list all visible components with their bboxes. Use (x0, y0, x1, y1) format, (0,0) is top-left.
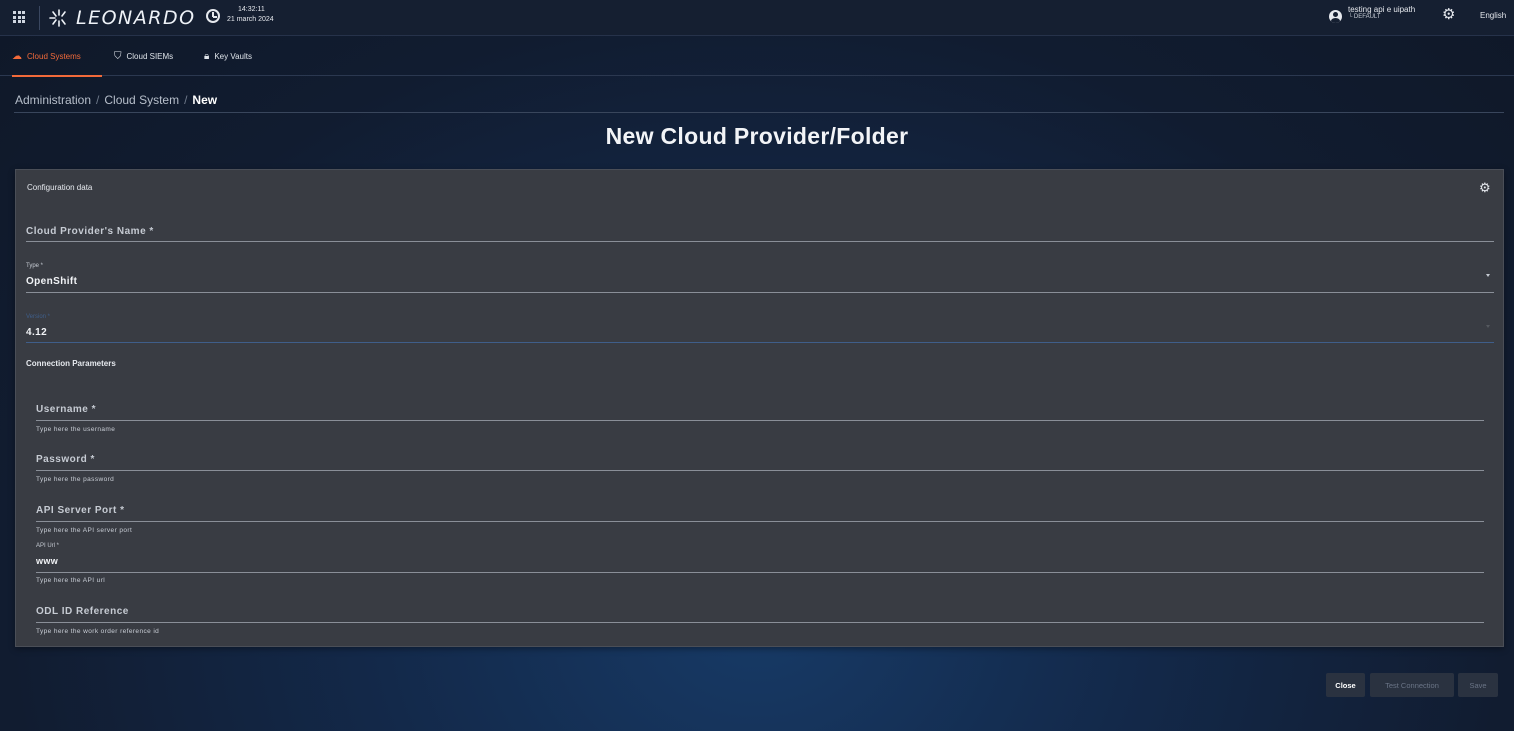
chevron-down-icon (1486, 325, 1490, 328)
field-label: Type * (26, 263, 44, 269)
tab-label: Cloud Systems (27, 52, 81, 61)
shield-icon: ⛉ (114, 50, 122, 62)
field-label: ODL ID Reference (36, 606, 129, 617)
field-label: Version * (26, 314, 51, 320)
version-value: 4.12 (26, 327, 48, 338)
breadcrumb-divider (14, 112, 1504, 113)
section-tabs: ☁ Cloud Systems ⛉ Cloud SIEMs 🔒︎ Key Vau… (0, 37, 1514, 77)
password-hint: Type here the password (36, 476, 115, 483)
user-name[interactable]: testing api e uipath (1348, 5, 1415, 14)
tab-label: Cloud SIEMs (126, 52, 174, 61)
api-url-field[interactable]: API Url * www (36, 540, 1484, 573)
divider (39, 6, 40, 30)
configuration-card: Configuration data ⚙ Cloud Provider's Na… (15, 169, 1504, 647)
breadcrumb: Administration / Cloud System / New (15, 93, 217, 107)
chevron-down-icon (1486, 274, 1490, 277)
field-label: API Server Port * (36, 505, 125, 516)
page-title: New Cloud Provider/Folder (605, 123, 909, 149)
test-connection-button[interactable]: Test Connection (1370, 673, 1454, 697)
save-button[interactable]: Save (1458, 673, 1498, 697)
api-server-port-hint: Type here the API server port (36, 527, 133, 534)
tab-cloud-siems[interactable]: ⛉ Cloud SIEMs (114, 37, 173, 76)
settings-gear-icon[interactable]: ⚙ (1442, 7, 1456, 22)
odl-id-reference-hint: Type here the work order reference id (36, 628, 160, 635)
username-hint: Type here the username (36, 426, 116, 433)
field-label: Cloud Provider's Name * (26, 226, 154, 237)
api-server-port-field[interactable]: API Server Port * (36, 491, 1484, 522)
api-url-value: www (36, 556, 59, 566)
tab-label: Key Vaults (214, 52, 252, 61)
lock-icon: 🔒︎ (204, 50, 210, 62)
api-url-hint: Type here the API url (36, 577, 106, 584)
clock-date: 21 march 2024 (227, 16, 274, 23)
cloud-icon: ☁ (12, 50, 22, 62)
odl-id-reference-field[interactable]: ODL ID Reference (36, 592, 1484, 623)
top-bar: LEONARDO 14:32:11 21 march 2024 testing … (0, 0, 1514, 36)
type-value: OpenShift (26, 276, 78, 287)
user-tenant: └ DEFAULT (1348, 14, 1381, 20)
version-select[interactable]: Version * 4.12 (26, 308, 1494, 343)
type-select[interactable]: Type * OpenShift (26, 256, 1494, 293)
logo[interactable]: LEONARDO (48, 4, 196, 32)
cloud-provider-name-field[interactable]: Cloud Provider's Name * (26, 206, 1494, 242)
language-selector[interactable]: English (1480, 11, 1506, 20)
tab-key-vaults[interactable]: 🔒︎ Key Vaults (204, 37, 252, 76)
breadcrumb-item-cloud-system[interactable]: Cloud System (104, 93, 179, 107)
breadcrumb-current: New (192, 93, 218, 107)
logo-text: LEONARDO (76, 7, 196, 29)
leonardo-logo-icon (49, 9, 66, 27)
close-button[interactable]: Close (1326, 673, 1365, 697)
field-label: API Url * (36, 543, 60, 549)
breadcrumb-item-administration[interactable]: Administration (15, 93, 91, 107)
password-field[interactable]: Password * (36, 440, 1484, 471)
clock-icon (206, 9, 220, 23)
card-title: Configuration data (27, 183, 93, 192)
breadcrumb-separator: / (96, 93, 100, 107)
tab-cloud-systems[interactable]: ☁ Cloud Systems (12, 37, 102, 77)
username-field[interactable]: Username * (36, 390, 1484, 421)
apps-grid-icon[interactable] (13, 11, 25, 23)
breadcrumb-separator: / (184, 93, 188, 107)
field-label: Password * (36, 454, 95, 465)
card-settings-gear-icon[interactable]: ⚙ (1479, 180, 1491, 196)
clock-time: 14:32:11 (238, 6, 265, 13)
section-title: Connection Parameters (26, 359, 116, 368)
user-account-icon[interactable] (1329, 10, 1342, 23)
field-label: Username * (36, 404, 97, 415)
